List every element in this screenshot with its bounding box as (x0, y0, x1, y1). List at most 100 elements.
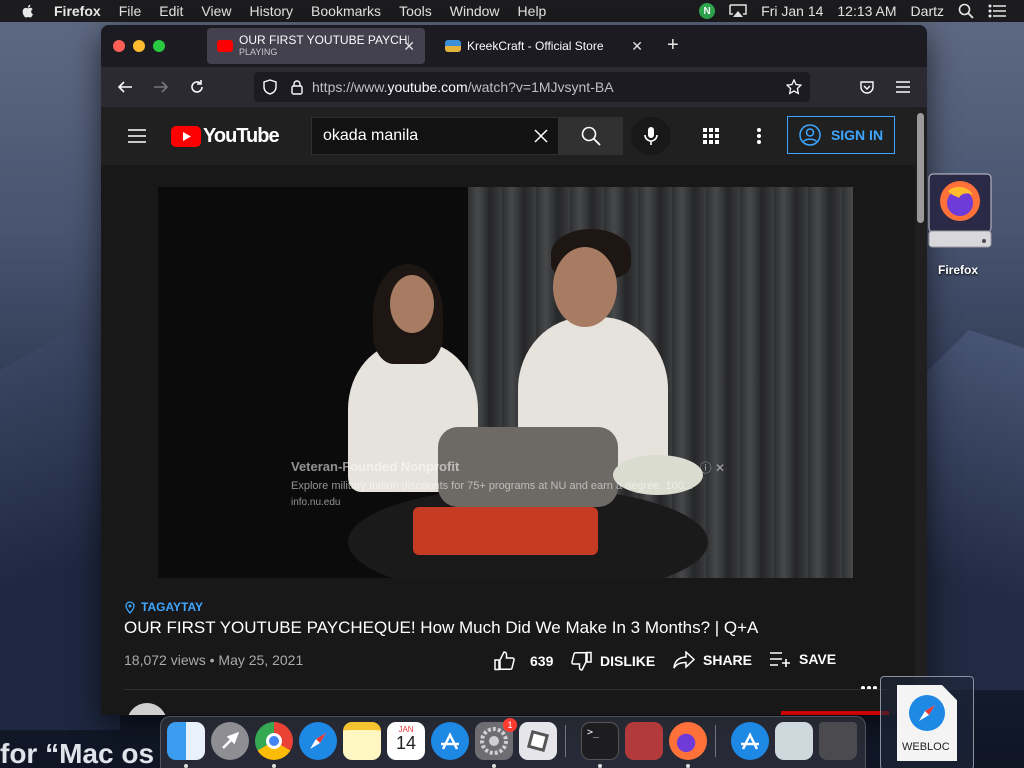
search-button[interactable] (559, 117, 623, 155)
desktop-dune-right (914, 330, 1024, 690)
section-divider (124, 689, 888, 690)
photo-booth-icon[interactable] (625, 722, 663, 760)
pocket-icon[interactable] (859, 79, 875, 95)
youtube-header: YouTube okada manila SIGN IN (101, 107, 927, 165)
firefox-drive-icon[interactable] (928, 173, 992, 251)
url-bar[interactable]: https://www.youtube.com/watch?v=1MJvsynt… (254, 72, 810, 102)
search-input[interactable]: okada manila (311, 117, 559, 155)
menu-user[interactable]: Dartz (911, 3, 944, 19)
menu-bookmarks[interactable]: Bookmarks (311, 3, 381, 19)
youtube-page: YouTube okada manila SIGN IN Veteran-Fou… (101, 107, 927, 715)
menu-time[interactable]: 12:13 AM (837, 3, 896, 19)
close-window-button[interactable] (113, 40, 125, 52)
voice-search-button[interactable] (631, 117, 671, 155)
more-options-icon[interactable] (756, 127, 762, 145)
location-tag[interactable]: TAGAYTAY (125, 600, 203, 614)
shield-icon[interactable] (262, 79, 278, 95)
guide-menu-icon[interactable] (127, 128, 147, 144)
menu-date[interactable]: Fri Jan 14 (761, 3, 823, 19)
share-label: SHARE (703, 652, 753, 668)
menu-view[interactable]: View (201, 3, 231, 19)
location-label: TAGAYTAY (141, 600, 204, 614)
documents-folder-icon[interactable] (775, 722, 813, 760)
apple-icon[interactable] (20, 3, 36, 19)
dock-separator (715, 725, 716, 757)
dock-separator (565, 725, 566, 757)
dislike-label: DISLIKE (600, 653, 656, 669)
tab-kreekcraft[interactable]: KreekCraft - Official Store ✕ (435, 28, 653, 64)
video-title: OUR FIRST YOUTUBE PAYCHEQUE! How Much Di… (124, 618, 759, 637)
dislike-button[interactable]: DISLIKE (570, 651, 655, 671)
video-frame-head-right (553, 247, 617, 327)
safari-icon[interactable] (299, 722, 337, 760)
tab-playing-label: PLAYING (239, 47, 278, 57)
ad-title[interactable]: Veteran-Founded Nonprofit (291, 459, 733, 474)
ad-overlay[interactable]: Veteran-Founded Nonprofit Explore milita… (291, 459, 733, 517)
app-store-downloads-icon[interactable] (731, 722, 769, 760)
firefox-dock-icon[interactable] (669, 722, 707, 760)
chrome-icon[interactable] (255, 722, 293, 760)
minimize-window-button[interactable] (133, 40, 145, 52)
firefox-desktop-label[interactable]: Firefox (922, 263, 994, 277)
thumbs-up-icon (494, 651, 515, 671)
lock-icon[interactable] (290, 79, 304, 95)
roblox-icon[interactable] (519, 722, 557, 760)
webloc-file-icon[interactable] (880, 676, 974, 768)
url-text[interactable]: https://www.youtube.com/watch?v=1MJvsynt… (312, 79, 614, 95)
tab-bar: OUR FIRST YOUTUBE PAYCHEQ PLAYING ✕ Kree… (101, 25, 927, 67)
launchpad-icon[interactable] (211, 722, 249, 760)
ad-description[interactable]: Explore military tuition discounts for 7… (291, 480, 733, 492)
apps-grid-icon[interactable] (702, 127, 720, 145)
spotlight-search-icon[interactable] (958, 3, 974, 19)
video-player[interactable]: Veteran-Founded Nonprofit Explore milita… (158, 187, 853, 578)
more-actions-icon[interactable] (860, 685, 878, 691)
menu-window[interactable]: Window (450, 3, 500, 19)
bookmark-star-icon[interactable] (786, 79, 802, 95)
youtube-logo[interactable]: YouTube (171, 125, 280, 148)
subscribe-button-edge[interactable] (781, 711, 889, 715)
search-value[interactable]: okada manila (323, 127, 418, 145)
background-text: for “Mac os (0, 738, 155, 768)
back-icon[interactable] (107, 69, 143, 105)
page-scrollbar[interactable] (915, 107, 927, 715)
calendar-icon[interactable]: JAN 14 (387, 722, 425, 760)
airplay-icon[interactable] (729, 4, 747, 18)
sign-in-button[interactable]: SIGN IN (787, 116, 895, 154)
thumbs-down-icon (571, 651, 592, 671)
trash-icon[interactable] (819, 722, 857, 760)
control-center-icon[interactable] (988, 4, 1006, 18)
app-store-icon[interactable] (431, 722, 469, 760)
menu-tools[interactable]: Tools (399, 3, 432, 19)
like-button[interactable]: 639 (494, 651, 553, 671)
menu-help[interactable]: Help (518, 3, 547, 19)
notes-icon[interactable] (343, 722, 381, 760)
hamburger-menu-icon[interactable] (895, 80, 911, 94)
close-tab-icon[interactable]: ✕ (631, 38, 643, 55)
close-tab-icon[interactable]: ✕ (403, 38, 415, 55)
new-tab-icon[interactable]: + (667, 35, 679, 55)
view-count: 18,072 views (124, 652, 206, 668)
menu-history[interactable]: History (249, 3, 293, 19)
ad-close-icon[interactable]: ⓘ ✕ (700, 459, 725, 476)
forward-icon[interactable] (143, 69, 179, 105)
menu-edit[interactable]: Edit (159, 3, 183, 19)
menu-file[interactable]: File (119, 3, 142, 19)
zoom-window-button[interactable] (153, 40, 165, 52)
tab-title: KreekCraft - Official Store (467, 40, 604, 52)
save-button[interactable]: SAVE (769, 651, 836, 667)
system-preferences-icon[interactable]: 1 (475, 718, 517, 760)
ad-url[interactable]: info.nu.edu (291, 497, 733, 508)
clear-search-icon[interactable] (534, 129, 548, 143)
tab-title: OUR FIRST YOUTUBE PAYCHEQ (239, 34, 409, 47)
webloc-label: WEBLOC (902, 741, 950, 753)
reload-icon[interactable] (179, 69, 215, 105)
menu-app-name[interactable]: Firefox (54, 3, 101, 19)
finder-icon[interactable] (167, 722, 205, 760)
terminal-icon[interactable]: >_ (581, 722, 619, 760)
share-button[interactable]: SHARE (673, 651, 752, 669)
tab-youtube[interactable]: OUR FIRST YOUTUBE PAYCHEQ PLAYING ✕ (207, 28, 425, 64)
scrollbar-thumb[interactable] (917, 113, 924, 223)
n-status-icon[interactable]: N (699, 3, 716, 19)
like-count: 639 (530, 653, 554, 669)
channel-avatar[interactable] (127, 703, 167, 715)
